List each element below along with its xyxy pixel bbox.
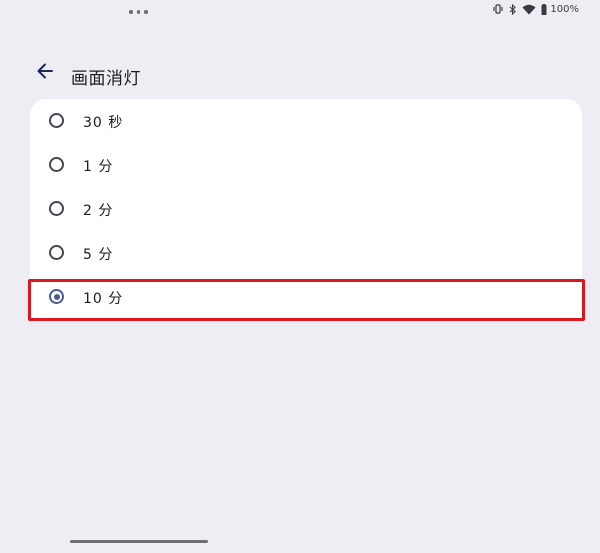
- option-1-minute[interactable]: 1 分: [30, 143, 582, 187]
- option-30-seconds[interactable]: 30 秒: [30, 99, 582, 143]
- option-label: 2 分: [83, 203, 114, 219]
- status-bar: 100%: [0, 0, 600, 20]
- radio-button-selected[interactable]: [49, 289, 64, 304]
- more-dots-icon: [129, 10, 148, 14]
- radio-button[interactable]: [49, 113, 64, 128]
- back-button[interactable]: [30, 58, 60, 88]
- wifi-icon: [522, 4, 536, 15]
- option-label: 30 秒: [83, 115, 124, 131]
- option-label: 10 分: [83, 291, 124, 307]
- option-2-minutes[interactable]: 2 分: [30, 187, 582, 231]
- option-5-minutes[interactable]: 5 分: [30, 231, 582, 275]
- radio-button[interactable]: [49, 201, 64, 216]
- gesture-navigation-bar[interactable]: [70, 540, 208, 543]
- status-icons: 100%: [492, 2, 579, 16]
- arrow-left-icon: [36, 63, 54, 83]
- timeout-options-list: 30 秒 1 分 2 分 5 分 10 分: [30, 99, 582, 319]
- battery-percentage: 100%: [550, 3, 579, 15]
- top-app-bar: 画面消灯: [0, 56, 600, 92]
- radio-button[interactable]: [49, 245, 64, 260]
- option-label: 1 分: [83, 159, 114, 175]
- vibrate-icon: [492, 4, 504, 14]
- radio-button[interactable]: [49, 157, 64, 172]
- battery-icon: [541, 3, 547, 15]
- page-title: 画面消灯: [71, 69, 141, 89]
- option-10-minutes[interactable]: 10 分: [30, 275, 582, 319]
- option-label: 5 分: [83, 247, 114, 263]
- bluetooth-icon: [509, 3, 517, 15]
